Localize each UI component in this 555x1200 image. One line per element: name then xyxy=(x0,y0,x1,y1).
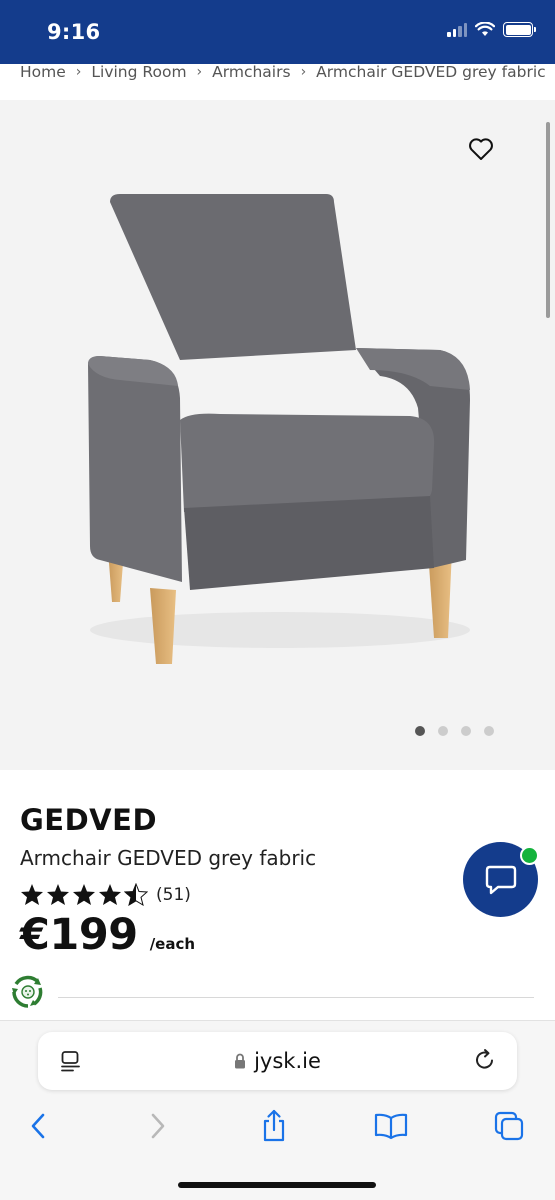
reload-icon[interactable] xyxy=(473,1048,497,1072)
star-full-icon xyxy=(47,884,69,905)
heart-icon[interactable] xyxy=(468,137,494,161)
share-icon xyxy=(263,1109,285,1142)
tabs-icon xyxy=(494,1111,524,1141)
scroll-indicator xyxy=(546,122,550,318)
back-icon xyxy=(31,1113,45,1139)
home-indicator xyxy=(178,1182,376,1188)
chat-bubble-icon xyxy=(485,865,516,894)
product-price: €199 /each xyxy=(20,910,195,960)
product-brand: GEDVED xyxy=(20,803,158,837)
browser-toolbar xyxy=(0,1104,555,1148)
breadcrumb-armchairs[interactable]: Armchairs xyxy=(212,63,290,81)
product-image-armchair[interactable] xyxy=(80,190,480,670)
star-full-icon xyxy=(99,884,121,905)
pagination-dot[interactable] xyxy=(415,726,425,736)
lock-icon xyxy=(235,1053,246,1069)
share-button[interactable] xyxy=(252,1104,296,1148)
product-name: Armchair GEDVED grey fabric xyxy=(20,846,317,870)
online-status-dot xyxy=(520,846,539,865)
gallery-pagination xyxy=(415,726,494,736)
pagination-dot[interactable] xyxy=(438,726,448,736)
breadcrumb-home[interactable]: Home xyxy=(20,63,66,81)
url-bar[interactable]: jysk.ie xyxy=(38,1032,517,1090)
star-full-icon xyxy=(21,884,43,905)
product-rating[interactable]: (51) xyxy=(20,883,191,906)
breadcrumb-current-product: Armchair GEDVED grey fabric xyxy=(316,63,546,81)
url-text: jysk.ie xyxy=(254,1049,321,1073)
breadcrumb-living-room[interactable]: Living Room xyxy=(91,63,186,81)
forward-button[interactable] xyxy=(136,1104,180,1148)
url-display[interactable]: jysk.ie xyxy=(38,1032,517,1090)
star-full-icon xyxy=(73,884,95,905)
bookmarks-icon xyxy=(374,1113,408,1140)
status-icons xyxy=(447,22,536,37)
price-value: €199 xyxy=(20,910,138,960)
breadcrumb-separator: › xyxy=(300,64,307,80)
breadcrumb: Home › Living Room › Armchairs › Armchai… xyxy=(20,60,555,84)
breadcrumb-separator: › xyxy=(75,64,82,80)
star-half-icon xyxy=(124,883,148,906)
bookmarks-button[interactable] xyxy=(369,1104,413,1148)
breadcrumb-separator: › xyxy=(196,64,203,80)
review-count[interactable]: (51) xyxy=(156,885,191,905)
section-divider xyxy=(58,997,534,998)
price-unit: /each xyxy=(149,935,196,953)
rating-stars xyxy=(20,883,148,906)
pagination-dot[interactable] xyxy=(484,726,494,736)
battery-icon xyxy=(503,22,536,37)
wifi-icon xyxy=(475,22,495,36)
pagination-dot[interactable] xyxy=(461,726,471,736)
forward-icon xyxy=(151,1113,165,1139)
eco-badge-icon[interactable] xyxy=(10,974,46,1010)
back-button[interactable] xyxy=(16,1104,60,1148)
status-time: 9:16 xyxy=(47,20,101,44)
cellular-signal-icon xyxy=(447,22,467,37)
status-bar: 9:16 xyxy=(0,0,555,64)
tabs-button[interactable] xyxy=(487,1104,531,1148)
